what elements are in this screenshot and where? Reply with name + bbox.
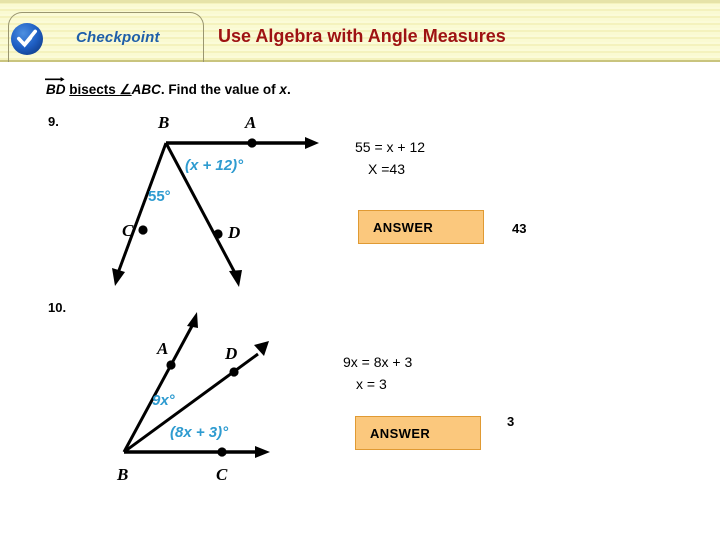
header-top-rule xyxy=(0,0,720,3)
point-label-d: D xyxy=(224,344,237,363)
point-label-a: A xyxy=(156,339,168,358)
instruction-tail: . Find the value of xyxy=(160,82,280,97)
ray-bd-label: BD xyxy=(45,77,66,97)
ray-arrow-icon xyxy=(45,77,65,82)
angle-symbol-icon: ∠ xyxy=(119,82,132,97)
point-label-b: B xyxy=(116,465,128,484)
answer-value-10: 3 xyxy=(507,414,515,429)
solution-9-line-1: 55 = x + 12 xyxy=(355,139,426,155)
page-title: Use Algebra with Angle Measures xyxy=(218,26,506,46)
point-label-b: B xyxy=(157,113,169,132)
angle-diagram-9: B A C D (x + 12)° 55° xyxy=(100,108,320,288)
answer-box-10: ANSWER xyxy=(355,416,481,450)
instruction-bisects: bisects xyxy=(69,82,120,97)
angle-label-x-plus-12: (x + 12)° xyxy=(185,157,244,174)
problem-number-10: 10. xyxy=(48,300,67,315)
angle-label-9x: 9x° xyxy=(152,392,176,409)
point-label-a: A xyxy=(244,113,256,132)
point-label-c: C xyxy=(122,221,134,240)
check-circle-icon xyxy=(10,22,44,56)
angle-label-8x-plus-3: (8x + 3)° xyxy=(170,424,229,441)
instruction-variable: x xyxy=(279,82,287,97)
solution-9-line-2: X =43 xyxy=(368,161,405,177)
angle-label-55: 55° xyxy=(148,188,171,205)
answer-box-9: ANSWER xyxy=(358,210,484,244)
checkpoint-tab-label: Checkpoint xyxy=(76,29,160,46)
solution-10-line-2: x = 3 xyxy=(356,376,387,392)
point-label-d: D xyxy=(227,223,240,242)
point-label-c: C xyxy=(216,465,228,484)
solution-10-line-1: 9x = 8x + 3 xyxy=(343,354,413,370)
angle-diagram-10: A D B C 9x° (8x + 3)° xyxy=(100,312,320,484)
instruction-period: . xyxy=(286,82,291,97)
instruction-angle-name: ABC xyxy=(131,82,161,97)
problem-number-9: 9. xyxy=(48,114,59,129)
ray-bd-text: BD xyxy=(46,82,66,97)
instruction-line: BD bisects ∠ABC. Find the value of x. xyxy=(45,77,291,98)
answer-value-9: 43 xyxy=(512,221,527,236)
